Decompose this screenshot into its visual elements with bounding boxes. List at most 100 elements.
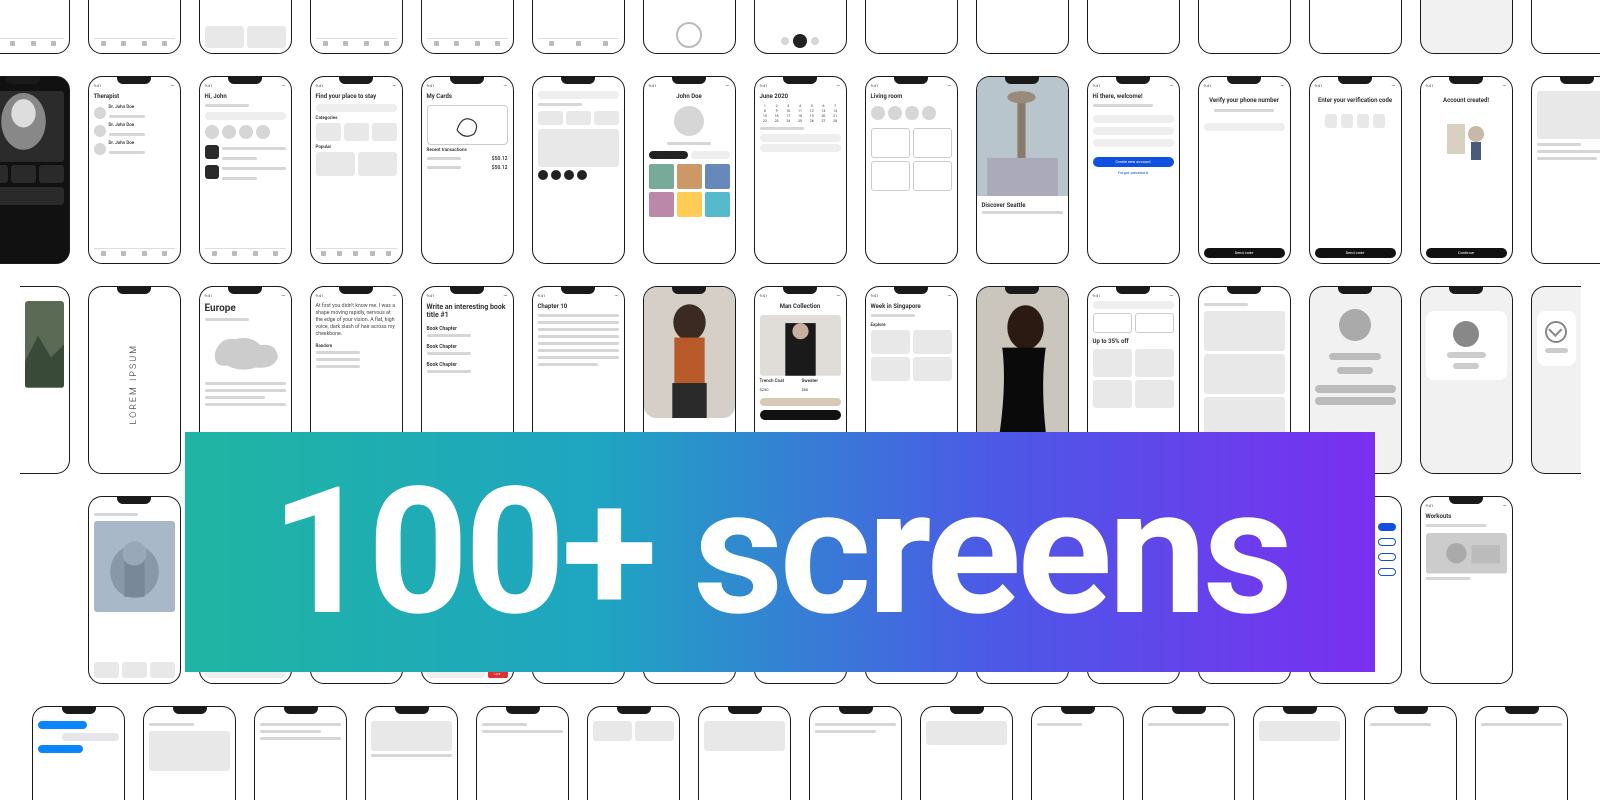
screen-title: Find your place to stay [316,93,397,100]
phone-mockup [920,706,1013,800]
status-time: 9:41 [538,294,546,298]
section-label: Categories [316,116,397,121]
phone-mockup [1087,0,1180,54]
chapter-title: Chapter 10 [538,303,619,310]
fashion-photo [760,315,841,376]
phone-mockup [476,706,569,800]
europe-map [205,327,286,378]
grid-row: Goals #2 Goals #3 Goals #4 Popular Stati… [0,0,1600,54]
phone-mockup [0,0,70,54]
primary-button[interactable]: Send code [1315,248,1396,258]
phone-mockup: 9:41••• Therapist Dr. John Doe Dr. John … [88,76,181,264]
phone-mockup [88,496,181,684]
phone-mockup: 9:41••• Enter your verification code Sen… [1309,76,1402,264]
primary-button[interactable]: Create new account [1093,157,1174,167]
hero-text: 100+ screens [271,464,1290,640]
phone-mockup: LOREM IPSUM [88,286,181,474]
phone-mockup [199,0,292,54]
primary-button[interactable] [760,410,841,420]
phone-mockup [1364,706,1457,800]
phone-mockup: Popular Stations [754,0,847,54]
status-time: 9:41 [649,84,657,88]
phone-mockup [32,706,125,800]
phone-mockup [1198,0,1291,54]
phone-mockup [865,0,958,54]
month-label: June 2020 [760,93,841,100]
phone-mockup [1420,286,1513,474]
phone-mockup [365,706,458,800]
phone-mockup [1475,706,1568,800]
phone-mockup [254,706,347,800]
chapter-label: Book Chapter [427,344,508,350]
lorem-text: LOREM IPSUM [129,344,139,424]
promo-label: Up to 35% off [1093,338,1174,345]
phone-mockup [587,706,680,800]
screen-title: Account created! [1426,97,1507,104]
status-time: 9:41 [1315,84,1323,88]
screen-title: Europe [205,303,286,314]
phone-mockup: 9:41••• Find your place to stay Categori… [310,76,403,264]
phone-mockup [698,706,791,800]
screen-title: Man Collection [760,303,841,310]
phone-mockup [1531,76,1600,264]
phone-mockup [532,0,625,54]
book-title: Write an interesting book title #1 [427,303,508,319]
portrait-photo [0,91,64,162]
phone-mockup: Something 2 of$29.99 [1420,0,1513,54]
grid-row: 9:41••• Therapist Dr. John Doe Dr. John … [0,76,1600,264]
mockup-grid: Goals #2 Goals #3 Goals #4 Popular Stati… [0,0,1600,800]
phone-mockup [532,76,625,264]
chapter-label: Book Chapter [427,362,508,368]
phone-mockup: 9:41••• Hi there, welcome! Create new ac… [1087,76,1180,264]
city-photo [94,521,175,612]
success-illustration [1441,114,1491,164]
status-time: 9:41 [427,294,435,298]
status-time: 9:41 [94,84,102,88]
phone-mockup [643,0,736,54]
status-time: 9:41 [1204,84,1212,88]
primary-button[interactable]: Send code [1204,248,1285,258]
phone-mockup: 9:41••• Hi, John [199,76,292,264]
phone-mockup: Goals #2 Goals #3 Goals #4 [88,0,181,54]
status-time: 9:41 [760,84,768,88]
phone-mockup [1031,706,1124,800]
phone-mockup [0,76,70,264]
phone-mockup: 9:41••• Living room [865,76,958,264]
phone-mockup [1142,706,1235,800]
phone-mockup [1531,286,1581,474]
screen-title: Living room [871,93,952,100]
promo-canvas: Goals #2 Goals #3 Goals #4 Popular Stati… [0,0,1600,800]
fashion-photo [644,287,735,418]
screen-title: Enter your verification code [1315,97,1396,104]
phone-mockup [421,0,514,54]
grid-row [0,706,1600,800]
card-title: Discover Seattle [982,202,1063,209]
user-name: John Doe [649,93,730,100]
hero-badge: 100+ screens [185,432,1375,672]
status-time: 9:41 [1093,294,1101,298]
primary-button[interactable]: Continue [1426,248,1507,258]
phone-mockup [1309,0,1402,54]
screen-title: My Cards [427,93,508,100]
phone-mockup [310,0,403,54]
phone-mockup [976,0,1069,54]
city-photo [977,77,1068,198]
section-label: Recent transactions [427,148,508,153]
status-time: 9:41 [1426,504,1434,508]
screen-title: Week in Singapore [871,303,952,310]
phone-mockup: 9:41••• Workouts [1420,496,1513,684]
amount: $50.12 [492,165,508,171]
card-illustration [452,110,482,140]
screen-title: Workouts [1426,513,1507,520]
greeting: Hi there, welcome! [1093,93,1174,100]
phone-mockup: 9:41••• Account created! Continue [1420,76,1513,264]
status-time: 9:41 [205,84,213,88]
landscape-photo [25,301,64,388]
phone-mockup [1531,0,1600,54]
status-time: 9:41 [316,84,324,88]
phone-mockup [143,706,236,800]
phone-mockup [20,286,70,474]
story-text: At first you didn't know me. I was a sha… [316,303,397,338]
phone-mockup: 9:41••• June 2020 1234567 891011121314 1… [754,76,847,264]
screen-title: Therapist [94,93,175,100]
